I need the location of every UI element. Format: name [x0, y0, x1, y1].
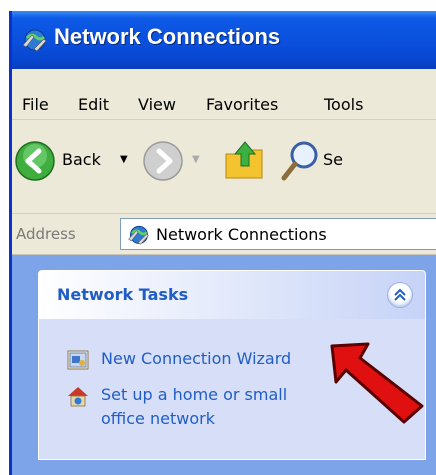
- title-bar[interactable]: Network Connections: [12, 11, 436, 69]
- red-arrow-pointer: [330, 342, 424, 424]
- home-network-link-line2[interactable]: office network: [101, 408, 215, 430]
- network-tasks-header[interactable]: Network Tasks: [39, 271, 425, 319]
- menu-tools[interactable]: Tools: [324, 95, 363, 114]
- back-label: Back: [62, 150, 101, 169]
- address-label: Address: [16, 225, 76, 243]
- search-icon: [281, 141, 318, 181]
- back-dropdown-icon[interactable]: ▼: [120, 154, 128, 165]
- network-tasks-title: Network Tasks: [57, 285, 189, 304]
- search-label: Se: [323, 150, 343, 169]
- menu-view[interactable]: View: [138, 95, 176, 114]
- network-connections-icon: [22, 29, 47, 52]
- home-network-link-line1[interactable]: Set up a home or small: [101, 384, 287, 406]
- chevron-up-double-icon: [394, 288, 406, 301]
- folder-up-icon[interactable]: [222, 136, 268, 184]
- menu-favorites[interactable]: Favorites: [206, 95, 278, 114]
- forward-arrow-icon: [143, 141, 183, 181]
- back-arrow-icon: [15, 141, 55, 181]
- menu-edit[interactable]: Edit: [78, 95, 109, 114]
- menu-file[interactable]: File: [22, 95, 49, 114]
- menu-bar: File Edit View Favorites Tools: [12, 69, 436, 120]
- standard-toolbar: Back ▼ ▼ Se: [12, 120, 436, 214]
- address-field[interactable]: Network Connections: [120, 218, 436, 250]
- window-title: Network Connections: [54, 24, 281, 49]
- network-connections-icon: [128, 225, 149, 245]
- forward-dropdown-icon[interactable]: ▼: [192, 154, 200, 165]
- new-connection-wizard-icon: [67, 350, 89, 370]
- address-bar: Address Network Connections: [12, 214, 436, 255]
- collapse-button[interactable]: [387, 282, 413, 308]
- home-network-icon: [68, 387, 88, 407]
- address-value: Network Connections: [156, 225, 327, 244]
- new-connection-wizard-link[interactable]: New Connection Wizard: [101, 348, 291, 370]
